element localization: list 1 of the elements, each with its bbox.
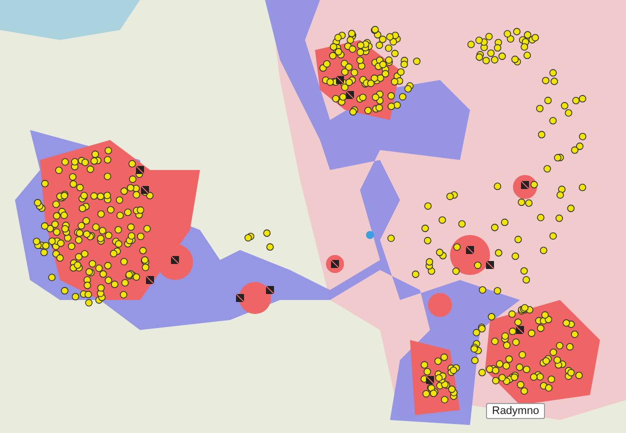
map-tooltip: Radymno — [486, 403, 546, 419]
